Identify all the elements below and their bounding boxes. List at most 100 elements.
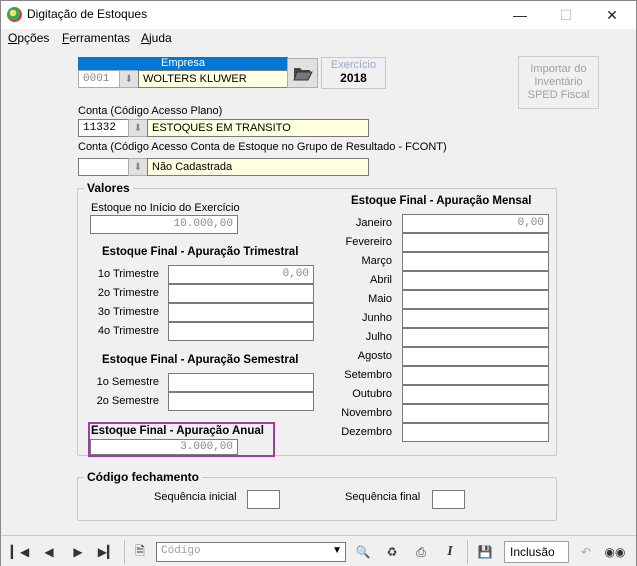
first-icon: ▎◀ (10, 545, 30, 559)
maximize-button[interactable]: ☐ (543, 1, 589, 29)
mes-label: Junho (362, 312, 392, 324)
semestre-input[interactable] (168, 373, 314, 392)
mes-input[interactable] (402, 271, 549, 290)
floppy-disk-icon: 💾 (477, 545, 493, 559)
main-window: Digitação de Estoques — ☐ ✕ Opções Ferra… (0, 0, 637, 566)
italic-i-icon: I (447, 544, 453, 559)
new-record-button[interactable]: 🗎 (128, 540, 152, 564)
mes-input[interactable] (402, 328, 549, 347)
undo-button[interactable]: ↶ (574, 540, 598, 564)
trimestre-label: 2o Trimestre (97, 287, 159, 299)
mes-input[interactable] (402, 233, 549, 252)
codigo-placeholder: Código (161, 545, 201, 557)
minimize-button[interactable]: — (497, 1, 543, 29)
info-button[interactable]: I (438, 540, 462, 564)
mes-input[interactable] (402, 252, 549, 271)
semestre-label: 1o Semestre (96, 376, 159, 388)
save-button[interactable]: 💾 (473, 540, 497, 564)
minimize-icon: — (513, 7, 527, 23)
conta-name-field: ESTOQUES EM TRANSITO (147, 119, 369, 137)
mes-input[interactable]: 0,00 (402, 214, 549, 233)
conta-code-field[interactable]: 11332 (78, 119, 129, 137)
exercicio-box: Exercício 2018 (321, 57, 386, 89)
binoculars-icon: ◉◉ (604, 545, 626, 559)
valores-title: Valores (84, 181, 133, 195)
sequencia-final-input[interactable] (432, 490, 465, 509)
mes-input[interactable] (402, 404, 549, 423)
sequencia-final-label: Sequência final (345, 491, 421, 503)
anual-title: Estoque Final - Apuração Anual (91, 425, 264, 437)
conta-fcont-name-field: Não Cadastrada (147, 158, 369, 176)
down-arrow-icon: ⬇ (133, 122, 143, 134)
exercicio-label: Exercício (330, 59, 377, 71)
inicio-input[interactable]: 10.000,00 (90, 215, 238, 234)
mes-label: Agosto (357, 350, 392, 362)
first-record-button[interactable]: ▎◀ (8, 540, 32, 564)
binoculars-button[interactable]: ◉◉ (603, 540, 627, 564)
document-search-icon: 🔍 (355, 545, 371, 559)
recycle-bin-icon: ♻ (386, 545, 398, 559)
mes-label: Abril (369, 274, 392, 286)
mes-label: Janeiro (355, 217, 392, 229)
mes-label: Fevereiro (345, 236, 392, 248)
close-icon: ✕ (606, 6, 618, 23)
open-folder-button[interactable] (287, 58, 318, 88)
down-arrow-icon: ⬇ (133, 161, 143, 173)
next-icon: ▶ (73, 545, 83, 559)
last-icon: ▶▎ (97, 545, 117, 559)
anual-input[interactable]: 3.000,00 (90, 439, 238, 455)
mes-input[interactable] (402, 366, 549, 385)
app-icon (7, 7, 22, 22)
chevron-down-icon: ▼ (332, 545, 342, 556)
trimestre-label: 1o Trimestre (97, 268, 159, 280)
exercicio-value: 2018 (340, 71, 367, 85)
mes-label: Dezembro (341, 426, 392, 438)
previous-record-button[interactable]: ◀ (37, 540, 61, 564)
sequencia-inicial-input[interactable] (247, 490, 280, 509)
print-button[interactable]: ⎙ (409, 540, 433, 564)
sequencia-inicial-label: Sequência inicial (154, 491, 237, 503)
semestre-input[interactable] (168, 392, 314, 411)
mode-indicator: Inclusão (504, 541, 569, 563)
trimestre-label: 3o Trimestre (97, 306, 159, 318)
mes-input[interactable] (402, 423, 549, 442)
last-record-button[interactable]: ▶▎ (95, 540, 119, 564)
menu-ferramentas[interactable]: Ferramentas (62, 31, 130, 45)
menu-bar: Opções Ferramentas Ajuda (1, 29, 636, 47)
down-arrow-icon: ⬇ (124, 73, 134, 85)
mes-label: Maio (368, 293, 392, 305)
mensal-title: Estoque Final - Apuração Mensal (351, 195, 532, 207)
new-document-icon: 🗎 (135, 543, 145, 558)
undo-icon: ↶ (580, 545, 592, 559)
empresa-header: Empresa (78, 57, 288, 70)
delete-record-button[interactable]: ♻ (380, 540, 404, 564)
fechamento-title: Código fechamento (84, 470, 203, 484)
printer-icon: ⎙ (416, 544, 426, 559)
empresa-lookup-button[interactable]: ⬇ (119, 70, 139, 88)
trimestre-input[interactable] (168, 322, 314, 341)
menu-opcoes[interactable]: Opções (8, 31, 49, 45)
mes-input[interactable] (402, 385, 549, 404)
mes-label: Outubro (352, 388, 392, 400)
importar-sped-button[interactable]: Importar do Inventário SPED Fiscal (518, 56, 599, 109)
mes-input[interactable] (402, 347, 549, 366)
conta-fcont-lookup-button[interactable]: ⬇ (128, 158, 148, 176)
empresa-code-field[interactable]: 0001 (78, 70, 120, 88)
trimestre-input[interactable] (168, 284, 314, 303)
mes-label: Julho (365, 331, 392, 343)
search-record-button[interactable]: 🔍 (351, 540, 375, 564)
mes-input[interactable] (402, 290, 549, 309)
next-record-button[interactable]: ▶ (66, 540, 90, 564)
menu-ajuda[interactable]: Ajuda (141, 31, 172, 45)
window-title: Digitação de Estoques (27, 7, 148, 21)
trimestre-input[interactable] (168, 303, 314, 322)
close-button[interactable]: ✕ (589, 1, 635, 29)
trimestral-title: Estoque Final - Apuração Trimestral (102, 246, 299, 258)
codigo-select[interactable]: Código ▼ (156, 542, 346, 562)
trimestre-input[interactable]: 0,00 (168, 265, 314, 284)
mes-label: Novembro (341, 407, 392, 419)
conta-lookup-button[interactable]: ⬇ (128, 119, 148, 137)
semestre-label: 2o Semestre (96, 395, 159, 407)
conta-fcont-code-field[interactable] (78, 158, 129, 176)
mes-input[interactable] (402, 309, 549, 328)
